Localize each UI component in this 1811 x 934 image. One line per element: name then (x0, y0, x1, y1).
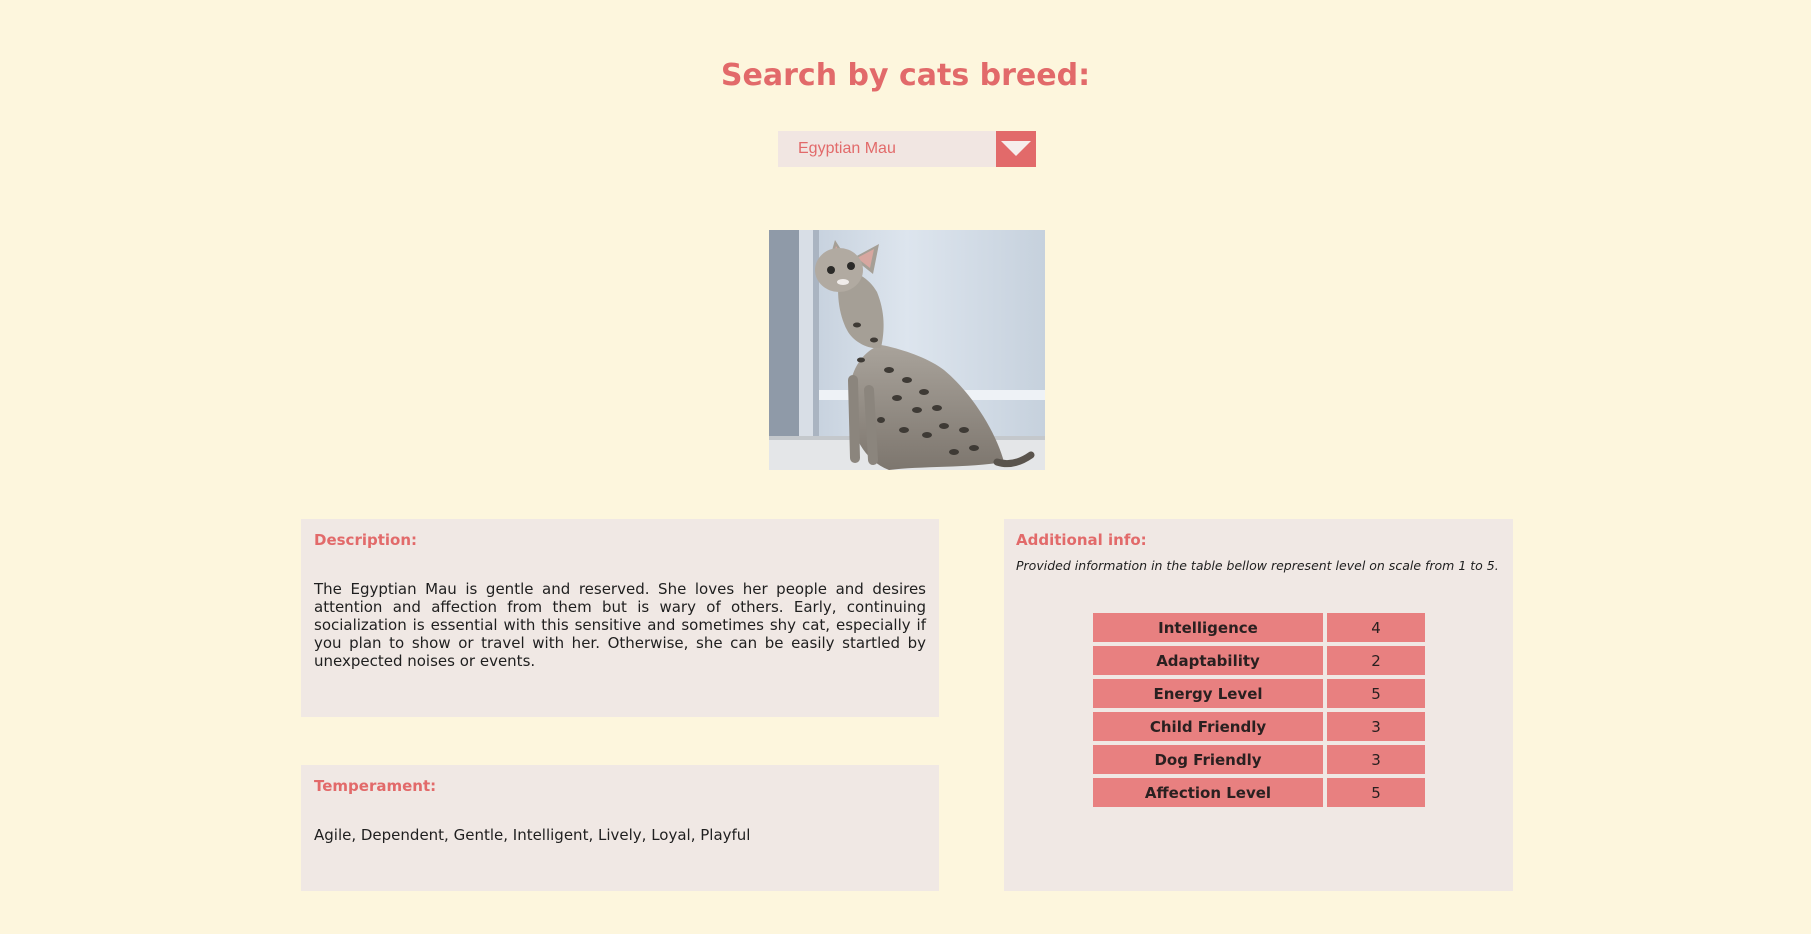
stat-label: Child Friendly (1093, 712, 1323, 741)
additional-info-panel: Additional info: Provided information in… (1004, 519, 1513, 891)
triangle-down-icon[interactable] (996, 131, 1036, 167)
description-panel: Description: The Egyptian Mau is gentle … (301, 519, 939, 717)
stat-label: Affection Level (1093, 778, 1323, 807)
breed-select[interactable]: Egyptian Mau (778, 131, 1036, 167)
table-row: Adaptability 2 (1093, 646, 1425, 675)
additional-info-note: Provided information in the table bellow… (1016, 558, 1499, 573)
table-row: Dog Friendly 3 (1093, 745, 1425, 774)
stat-value: 4 (1327, 613, 1425, 642)
stat-value: 2 (1327, 646, 1425, 675)
page-title: Search by cats breed: (720, 58, 1091, 93)
table-row: Child Friendly 3 (1093, 712, 1425, 741)
cat-photo (769, 230, 1045, 470)
stat-value: 5 (1327, 679, 1425, 708)
temperament-heading: Temperament: (314, 777, 437, 795)
stat-value: 3 (1327, 745, 1425, 774)
temperament-panel: Temperament: Agile, Dependent, Gentle, I… (301, 765, 939, 891)
additional-info-heading: Additional info: (1016, 531, 1147, 549)
table-row: Affection Level 5 (1093, 778, 1425, 807)
breed-select-value: Egyptian Mau (798, 140, 896, 157)
breed-stats-table: Intelligence 4 Adaptability 2 Energy Lev… (1089, 609, 1429, 811)
stat-value: 3 (1327, 712, 1425, 741)
stat-label: Dog Friendly (1093, 745, 1323, 774)
stat-label: Adaptability (1093, 646, 1323, 675)
stat-value: 5 (1327, 778, 1425, 807)
description-heading: Description: (314, 531, 418, 549)
description-text: The Egyptian Mau is gentle and reserved.… (314, 580, 926, 670)
stat-label: Energy Level (1093, 679, 1323, 708)
table-row: Energy Level 5 (1093, 679, 1425, 708)
temperament-text: Agile, Dependent, Gentle, Intelligent, L… (314, 826, 751, 844)
page: Search by cats breed: Egyptian Mau Descr… (0, 0, 1811, 934)
stat-label: Intelligence (1093, 613, 1323, 642)
table-row: Intelligence 4 (1093, 613, 1425, 642)
